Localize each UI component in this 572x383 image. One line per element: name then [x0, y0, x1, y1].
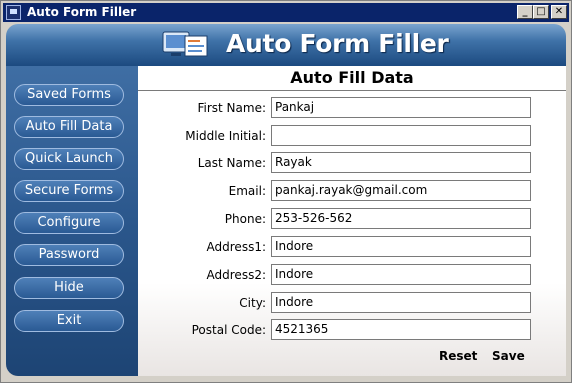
- form-row-address1: Address1: Indore: [138, 236, 566, 260]
- minimize-button[interactable]: _: [517, 5, 533, 19]
- sidebar: Saved Forms Auto Fill Data Quick Launch …: [6, 66, 138, 376]
- postal-code-label: Postal Code:: [191, 323, 266, 337]
- close-button[interactable]: ✕: [551, 5, 567, 19]
- phone-label: Phone:: [224, 212, 266, 226]
- first-name-label: First Name:: [197, 101, 266, 115]
- last-name-field[interactable]: Rayak: [271, 152, 531, 173]
- form-row-city: City: Indore: [138, 292, 566, 316]
- form-row-middle-initial: Middle Initial:: [138, 125, 566, 149]
- city-label: City:: [239, 296, 266, 310]
- banner: Auto Form Filler: [6, 24, 566, 66]
- maximize-button[interactable]: □: [533, 5, 549, 19]
- form-row-last-name: Last Name: Rayak: [138, 152, 566, 176]
- nav-secure-forms-button[interactable]: Secure Forms: [14, 180, 124, 202]
- last-name-label: Last Name:: [197, 156, 266, 170]
- panel-title: Auto Fill Data: [138, 66, 566, 91]
- form-row-address2: Address2: Indore: [138, 264, 566, 288]
- city-field[interactable]: Indore: [271, 292, 531, 313]
- form-row-email: Email: pankaj.rayak@gmail.com: [138, 180, 566, 204]
- nav-quick-launch-button[interactable]: Quick Launch: [14, 148, 124, 170]
- window-title: Auto Form Filler: [27, 5, 137, 19]
- address1-field[interactable]: Indore: [271, 236, 531, 257]
- app-window: Auto Form Filler _ □ ✕ Auto Form Filler …: [0, 0, 572, 383]
- nav-password-button[interactable]: Password: [14, 244, 124, 266]
- postal-code-field[interactable]: 4521365: [271, 319, 531, 340]
- nav-auto-fill-data-button[interactable]: Auto Fill Data: [14, 116, 124, 138]
- form-row-phone: Phone: 253-526-562: [138, 208, 566, 232]
- first-name-field[interactable]: Pankaj: [271, 97, 531, 118]
- middle-initial-field[interactable]: [271, 125, 531, 146]
- email-field[interactable]: pankaj.rayak@gmail.com: [271, 180, 531, 201]
- save-button[interactable]: Save: [492, 349, 525, 363]
- computer-form-icon: [162, 31, 208, 57]
- title-bar[interactable]: Auto Form Filler _ □ ✕: [3, 3, 569, 22]
- form-row-first-name: First Name: Pankaj: [138, 97, 566, 121]
- address1-label: Address1:: [206, 240, 266, 254]
- email-label: Email:: [228, 184, 266, 198]
- address2-field[interactable]: Indore: [271, 264, 531, 285]
- phone-field[interactable]: 253-526-562: [271, 208, 531, 229]
- address2-label: Address2:: [206, 268, 266, 282]
- banner-title: Auto Form Filler: [226, 29, 449, 58]
- auto-fill-panel: Auto Fill Data First Name: Pankaj Middle…: [138, 66, 566, 376]
- form-row-postal-code: Postal Code: 4521365: [138, 319, 566, 343]
- nav-configure-button[interactable]: Configure: [14, 212, 124, 234]
- reset-button[interactable]: Reset: [439, 349, 477, 363]
- nav-saved-forms-button[interactable]: Saved Forms: [14, 84, 124, 106]
- app-icon: [6, 5, 21, 20]
- middle-initial-label: Middle Initial:: [185, 129, 266, 143]
- nav-exit-button[interactable]: Exit: [14, 310, 124, 332]
- nav-hide-button[interactable]: Hide: [14, 277, 124, 299]
